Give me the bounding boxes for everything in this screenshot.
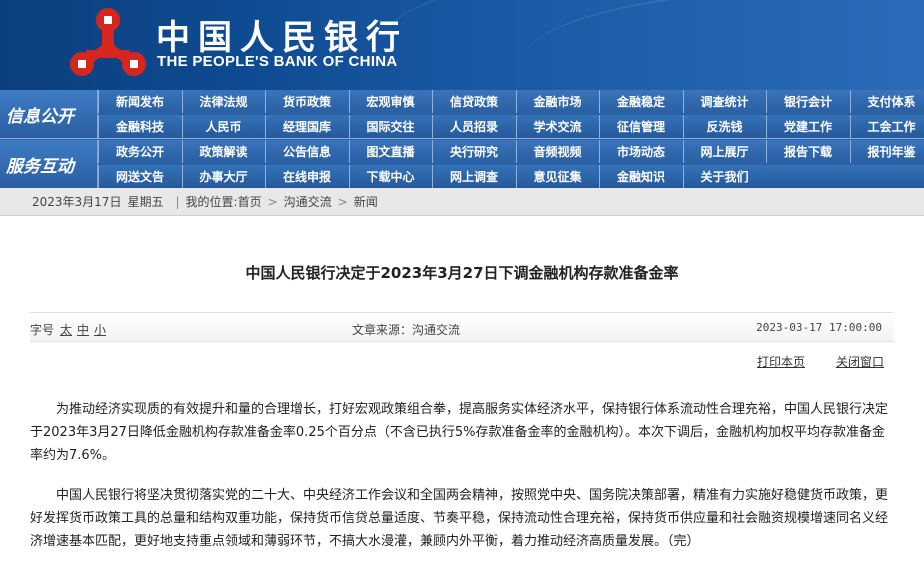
article-source: 文章来源：沟通交流 bbox=[352, 323, 461, 337]
breadcrumb-separator: > bbox=[337, 194, 348, 209]
nav-section-label[interactable]: 信息公开 bbox=[0, 90, 98, 138]
nav-link[interactable]: 公告信息 bbox=[265, 140, 348, 163]
nav-link[interactable]: 学术交流 bbox=[515, 115, 599, 138]
nav-link[interactable]: 人员招录 bbox=[432, 115, 515, 138]
nav-link[interactable]: 网上调查 bbox=[432, 165, 515, 188]
font-size-medium-button[interactable]: 中 bbox=[77, 321, 89, 338]
nav-divider bbox=[0, 138, 924, 139]
nav-row: 政务公开 政策解读 公告信息 图文直播 央行研究 音频视频 市场动态 网上展厅 报告下载 报刊年鉴 bbox=[0, 140, 924, 163]
breadcrumb-communication-link[interactable]: 沟通交流 bbox=[284, 193, 332, 210]
nav-link[interactable]: 网上展厅 bbox=[682, 140, 766, 163]
article-body: 为推动经济实现质的有效提升和量的合理增长，打好宏观政策组合拳，提高服务实体经济水… bbox=[30, 398, 888, 570]
breadcrumb-home-link[interactable]: 首页 bbox=[238, 193, 262, 210]
nav-link[interactable]: 宏观审慎 bbox=[348, 90, 432, 113]
site-name-english: THE PEOPLE'S BANK OF CHINA bbox=[157, 53, 398, 70]
nav-link[interactable]: 反洗钱 bbox=[682, 115, 766, 138]
current-date: 2023年3月17日 bbox=[32, 195, 122, 209]
nav-link[interactable]: 金融稳定 bbox=[599, 90, 682, 113]
nav-link[interactable]: 经理国库 bbox=[265, 115, 348, 138]
nav-link[interactable]: 关于我们 bbox=[682, 165, 766, 188]
breadcrumb-divider: | bbox=[175, 194, 180, 209]
nav-link[interactable]: 货币政策 bbox=[265, 90, 348, 113]
nav-link[interactable]: 金融市场 bbox=[515, 90, 599, 113]
nav-link[interactable]: 工会工作 bbox=[849, 115, 924, 138]
nav-link[interactable]: 金融知识 bbox=[599, 165, 682, 188]
site-name-chinese: 中国人民银行 bbox=[156, 18, 408, 58]
print-page-link[interactable]: 打印本页 bbox=[757, 353, 805, 370]
nav-link[interactable]: 意见征集 bbox=[515, 165, 599, 188]
article-paragraph: 为推动经济实现质的有效提升和量的合理增长，打好宏观政策组合拳，提高服务实体经济水… bbox=[30, 402, 889, 463]
nav-link[interactable]: 下载中心 bbox=[348, 165, 432, 188]
nav-link[interactable]: 信贷政策 bbox=[432, 90, 515, 113]
nav-link[interactable]: 调查统计 bbox=[682, 90, 766, 113]
nav-link[interactable]: 音频视频 bbox=[515, 140, 599, 163]
nav-link[interactable]: 办事大厅 bbox=[181, 165, 265, 188]
font-size-small-button[interactable]: 小 bbox=[94, 321, 106, 338]
nav-link[interactable]: 银行会计 bbox=[766, 90, 849, 113]
article-title: 中国人民银行决定于2023年3月27日下调金融机构存款准备金率 bbox=[245, 264, 679, 282]
nav-link[interactable]: 政务公开 bbox=[98, 140, 181, 163]
nav-link[interactable]: 央行研究 bbox=[432, 140, 515, 163]
article-meta-bar: 字号 太 中 小 文章来源：沟通交流 2023-03-17 17:00:00 bbox=[30, 312, 894, 342]
nav-link[interactable]: 报告下载 bbox=[766, 140, 849, 163]
font-size-large-button[interactable]: 太 bbox=[60, 321, 72, 338]
pboc-emblem-icon[interactable] bbox=[66, 6, 150, 82]
nav-link[interactable]: 人民币 bbox=[181, 115, 265, 138]
nav-link[interactable]: 网送文告 bbox=[98, 165, 181, 188]
article-datetime: 2023-03-17 17:00:00 bbox=[756, 321, 882, 334]
nav-link[interactable]: 国际交往 bbox=[348, 115, 432, 138]
nav-link[interactable]: 支付体系 bbox=[849, 90, 924, 113]
nav-link[interactable]: 征信管理 bbox=[599, 115, 682, 138]
main-navigation: 新闻发布 法律法规 货币政策 宏观审慎 信贷政策 金融市场 金融稳定 调查统计 银行会计 支付体系… bbox=[0, 90, 924, 188]
breadcrumb-separator: > bbox=[267, 194, 278, 209]
nav-link[interactable]: 新闻发布 bbox=[98, 90, 181, 113]
location-label: 我的位置: bbox=[185, 195, 238, 209]
nav-section-label[interactable]: 服务互动 bbox=[0, 140, 98, 188]
site-header: 中国人民银行 THE PEOPLE'S BANK OF CHINA bbox=[0, 0, 924, 90]
nav-row: 新闻发布 法律法规 货币政策 宏观审慎 信贷政策 金融市场 金融稳定 调查统计 银行会计 支付体系 bbox=[0, 90, 924, 113]
nav-link[interactable]: 政策解读 bbox=[181, 140, 265, 163]
font-size-label: 字号 bbox=[30, 323, 55, 337]
nav-link[interactable]: 图文直播 bbox=[348, 140, 432, 163]
current-weekday: 星期五 bbox=[127, 195, 164, 209]
nav-link[interactable]: 市场动态 bbox=[599, 140, 682, 163]
breadcrumb-news-link[interactable]: 新闻 bbox=[354, 193, 378, 210]
nav-row: 金融科技 人民币 经理国库 国际交往 人员招录 学术交流 征信管理 反洗钱 党建工作 工会工作 bbox=[0, 115, 924, 138]
nav-row: 网送文告 办事大厅 在线申报 下载中心 网上调查 意见征集 金融知识 关于我们 bbox=[0, 165, 924, 188]
breadcrumb: 2023年3月17日 星期五 | 我的位置: 首页 > 沟通交流 > 新闻 bbox=[0, 188, 924, 216]
nav-link[interactable]: 法律法规 bbox=[181, 90, 265, 113]
nav-link[interactable]: 报刊年鉴 bbox=[849, 140, 924, 163]
article-paragraph: 中国人民银行将坚决贯彻落实党的二十大、中央经济工作会议和全国两会精神，按照党中央… bbox=[30, 488, 889, 549]
nav-link[interactable]: 党建工作 bbox=[766, 115, 849, 138]
nav-link[interactable]: 在线申报 bbox=[265, 165, 348, 188]
nav-link[interactable]: 金融科技 bbox=[98, 115, 181, 138]
close-window-link[interactable]: 关闭窗口 bbox=[836, 353, 884, 370]
